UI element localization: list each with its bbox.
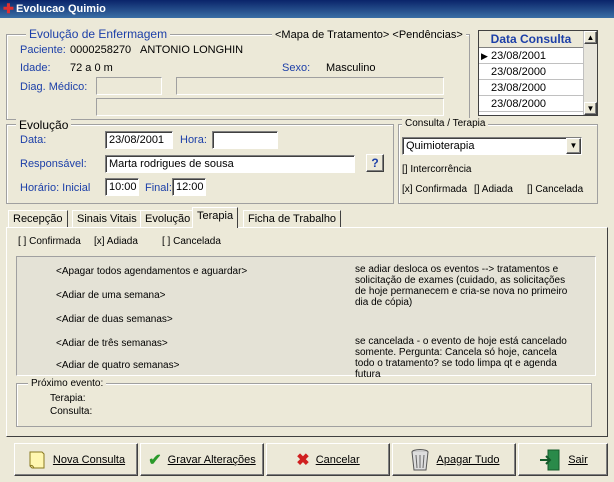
nova-consulta-button[interactable]: Nova Consulta — [14, 443, 138, 476]
data-consulta-row[interactable]: 23/08/2000 — [479, 64, 583, 80]
note-icon — [29, 451, 45, 468]
option-adiar-tres-semanas[interactable]: <Adiar de três semanas> — [56, 338, 168, 349]
grid-scrollbar[interactable]: ▲ ▼ — [583, 31, 597, 115]
hora-label: Hora: — [180, 134, 207, 146]
sair-button[interactable]: Sair — [518, 443, 608, 476]
patient-label: Paciente: — [20, 44, 66, 56]
final-label: Final: — [145, 182, 172, 194]
proximo-terapia-label: Terapia: — [50, 393, 86, 404]
adiada-checkbox[interactable]: [] Adiada — [474, 184, 513, 195]
data-consulta-header: Data Consulta — [479, 31, 583, 48]
terapia-select[interactable]: Quimioterapia ▼ — [402, 137, 582, 155]
note-adiar: se adiar desloca os eventos --> tratamen… — [355, 264, 568, 308]
trash-icon — [411, 448, 428, 470]
hora-input[interactable] — [212, 131, 278, 149]
intercorrencia-checkbox[interactable]: [] Intercorrência — [402, 164, 471, 175]
tab-recepcao[interactable]: Recepção — [8, 210, 68, 227]
tab-sinais-vitais[interactable]: Sinais Vitais — [72, 210, 142, 227]
checkmark-icon: ✔ — [148, 451, 162, 469]
confirmada-checkbox[interactable]: [x] Confirmada — [402, 184, 467, 195]
option-apagar-todos[interactable]: <Apagar todos agendamentos e aguardar> — [56, 266, 247, 277]
close-icon: ✖ — [296, 451, 310, 469]
option-adiar-quatro-semanas[interactable]: <Adiar de quatro semanas> — [56, 360, 179, 371]
terapia-cancelada-checkbox[interactable]: [ ] Cancelada — [162, 236, 221, 247]
horario-inicial-input[interactable]: 10:00 — [105, 178, 139, 196]
final-input[interactable]: 12:00 — [172, 178, 206, 196]
diag-description-field[interactable] — [176, 77, 444, 95]
row-pointer-icon: ▶ — [481, 51, 488, 61]
data-consulta-row[interactable]: ▶ 23/08/2001 — [479, 48, 583, 64]
exit-door-icon — [540, 449, 560, 470]
patient-name: ANTONIO LONGHIN — [140, 44, 244, 56]
horario-inicial-label: Horário: Inicial — [20, 182, 91, 194]
patient-id: 0000258270 — [70, 44, 132, 56]
option-adiar-uma-semana[interactable]: <Adiar de uma semana> — [56, 290, 166, 301]
diag-label: Diag. Médico: — [20, 81, 88, 93]
diag-code-field[interactable] — [96, 77, 162, 95]
data-consulta-row[interactable]: 23/08/2000 — [479, 96, 583, 112]
tab-terapia[interactable]: Terapia — [192, 207, 239, 228]
option-adiar-duas-semanas[interactable]: <Adiar de duas semanas> — [56, 314, 173, 325]
age-value: 72 a 0 m — [70, 62, 113, 74]
data-consulta-grid[interactable]: Data Consulta ▶ 23/08/2001 23/08/2000 23/… — [478, 30, 598, 116]
cancelada-checkbox[interactable]: [] Cancelada — [527, 184, 583, 195]
responsavel-input[interactable]: Marta rodrigues de sousa — [105, 155, 355, 173]
app-cross-icon: ✚ — [3, 1, 14, 16]
tab-ficha-de-trabalho[interactable]: Ficha de Trabalho — [243, 210, 342, 227]
proximo-evento-group — [16, 383, 592, 427]
proximo-consulta-label: Consulta: — [50, 406, 93, 417]
note-cancelar: se cancelada - o evento de hoje está can… — [355, 336, 567, 380]
consulta-terapia-legend: Consulta / Terapia — [402, 118, 489, 129]
data-consulta-row[interactable]: 23/08/2000 — [479, 80, 583, 96]
gravar-alteracoes-button[interactable]: ✔ Gravar Alterações — [140, 443, 264, 476]
terapia-adiada-checkbox[interactable]: [x] Adiada — [94, 236, 138, 247]
proximo-evento-label: Próximo evento: — [28, 378, 107, 389]
window-title: Evolucao Quimio — [16, 3, 106, 15]
tab-evolucao[interactable]: Evolução — [140, 210, 196, 227]
diag-extra-field[interactable] — [96, 98, 444, 116]
data-label: Data: — [20, 134, 47, 146]
terapia-confirmada-checkbox[interactable]: [ ] Confirmada — [18, 236, 81, 247]
age-label: Idade: — [20, 62, 51, 74]
apagar-tudo-button[interactable]: Apagar Tudo — [392, 443, 516, 476]
scroll-down-icon[interactable]: ▼ — [584, 102, 597, 115]
data-input[interactable]: 23/08/2001 — [105, 131, 173, 149]
section-title: Evolução de Enfermagem — [26, 27, 171, 41]
cancelar-button[interactable]: ✖ Cancelar — [266, 443, 390, 476]
scroll-up-icon[interactable]: ▲ — [584, 31, 597, 44]
dropdown-arrow-icon[interactable]: ▼ — [566, 138, 581, 154]
responsavel-label: Responsável: — [20, 158, 87, 170]
header-links[interactable]: <Mapa de Tratamento> <Pendências> — [272, 29, 466, 41]
title-bar: ✚ Evolucao Quimio — [0, 0, 614, 18]
evolucao-legend: Evolução — [16, 118, 72, 132]
sex-value: Masculino — [326, 62, 376, 74]
sex-label: Sexo: — [282, 62, 311, 74]
lookup-button[interactable]: ? — [366, 154, 384, 172]
